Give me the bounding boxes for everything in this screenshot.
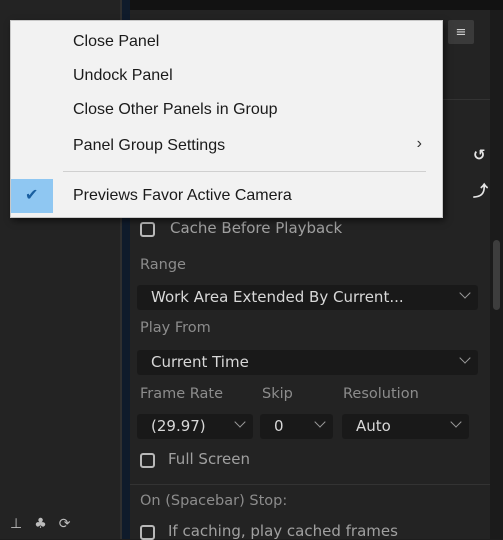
skip-value: 0 (274, 417, 284, 435)
menu-item-previews-favor-active-camera[interactable]: Previews Favor Active Camera (11, 179, 442, 213)
range-value: Work Area Extended By Current... (151, 288, 404, 306)
hierarchy-icon[interactable]: ♣ (34, 516, 47, 532)
if-caching-checkbox[interactable] (140, 525, 155, 540)
play-from-value: Current Time (151, 353, 249, 371)
if-caching-label: If caching, play cached frames (168, 522, 398, 540)
range-dropdown[interactable]: Work Area Extended By Current... (137, 285, 478, 310)
scrollbar-thumb[interactable] (493, 240, 500, 310)
chevron-down-icon (234, 416, 246, 428)
frame-rate-dropdown[interactable]: (29.97) (137, 414, 253, 439)
menu-item-close-panel[interactable]: Close Panel (11, 25, 442, 59)
range-label: Range (140, 257, 186, 273)
chevron-right-icon: › (416, 135, 422, 152)
reset-icon[interactable]: ↺ (473, 146, 486, 164)
play-from-label: Play From (140, 320, 211, 336)
graph-icon[interactable]: ⊥ (10, 516, 22, 532)
menu-item-label: Panel Group Settings (73, 137, 226, 154)
cache-before-playback-checkbox[interactable] (140, 222, 155, 237)
chevron-down-icon (459, 287, 471, 299)
divider (130, 484, 490, 485)
top-strip (130, 0, 503, 10)
resolution-label: Resolution (343, 386, 419, 402)
frame-rate-value: (29.97) (151, 417, 206, 435)
refresh-icon[interactable]: ⟳ (59, 516, 71, 532)
menu-item-label: Close Other Panels in Group (73, 101, 278, 118)
full-screen-checkbox[interactable] (140, 453, 155, 468)
hamburger-icon: ≡ (455, 24, 467, 40)
skip-label: Skip (262, 386, 293, 402)
frame-rate-label: Frame Rate (140, 386, 224, 402)
menu-separator (63, 171, 426, 172)
skip-dropdown[interactable]: 0 (260, 414, 333, 439)
menu-item-undock-panel[interactable]: Undock Panel (11, 59, 442, 93)
export-icon[interactable]: ⤴ (473, 180, 488, 201)
chevron-down-icon (450, 416, 462, 428)
full-screen-label: Full Screen (168, 450, 250, 468)
bottom-toolbar: ⊥ ♣ ⟳ (0, 508, 132, 539)
cache-before-playback-label: Cache Before Playback (170, 219, 343, 237)
scrollbar[interactable] (490, 10, 503, 539)
menu-item-label: Undock Panel (73, 67, 173, 84)
resolution-dropdown[interactable]: Auto (342, 414, 469, 439)
menu-item-label: Previews Favor Active Camera (73, 187, 292, 204)
menu-item-label: Close Panel (73, 33, 160, 50)
on-stop-label: On (Spacebar) Stop: (140, 493, 288, 509)
menu-item-panel-group-settings[interactable]: Panel Group Settings › (11, 129, 442, 163)
panel-menu-button[interactable]: ≡ (448, 20, 474, 44)
play-from-dropdown[interactable]: Current Time (137, 350, 478, 375)
menu-item-close-other-panels[interactable]: Close Other Panels in Group (11, 93, 442, 127)
panel-context-menu: Close Panel Undock Panel Close Other Pan… (10, 20, 443, 218)
chevron-down-icon (314, 416, 326, 428)
chevron-down-icon (459, 352, 471, 364)
resolution-value: Auto (356, 417, 391, 435)
